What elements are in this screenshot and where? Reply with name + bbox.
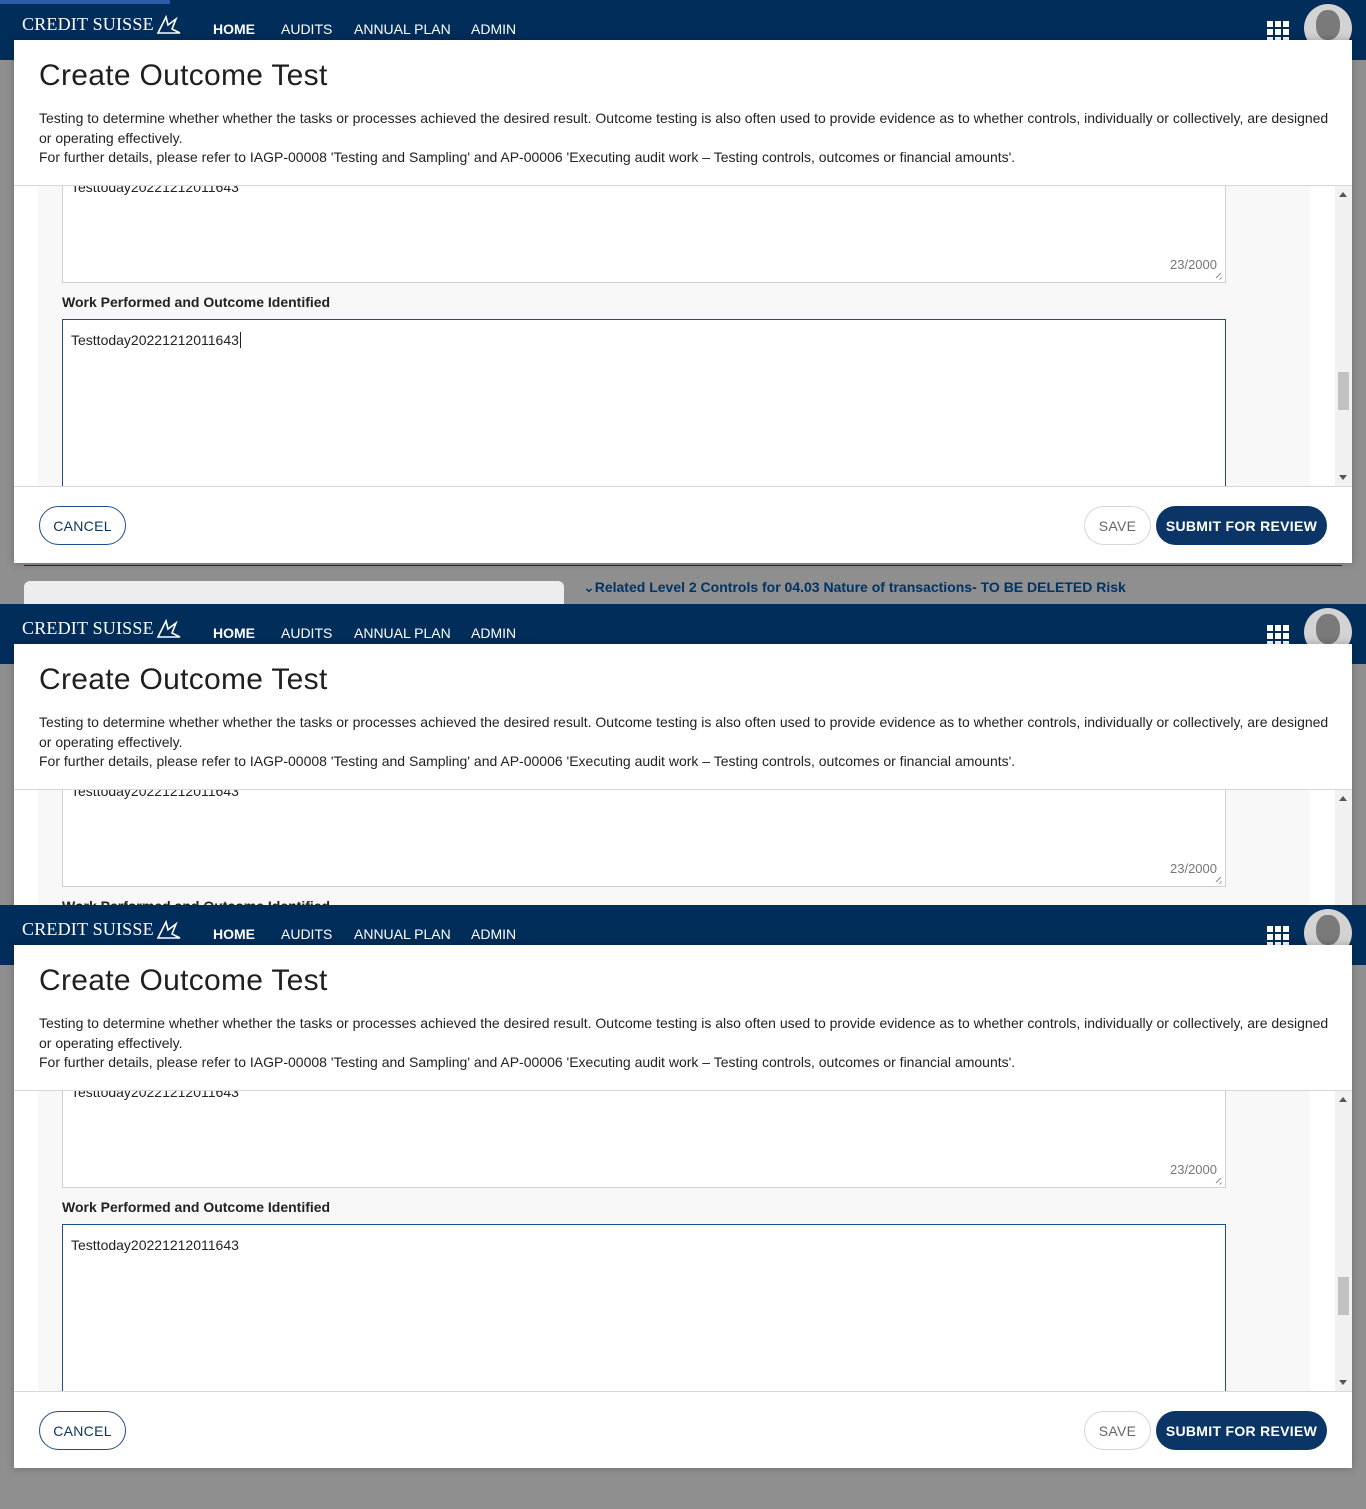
previous-textarea[interactable]: Testtoday20221212011643 23/2000 (62, 1091, 1226, 1188)
nav-annual-plan[interactable]: ANNUAL PLAN (354, 926, 451, 942)
sail-logo-icon (156, 919, 181, 939)
nav-home[interactable]: HOME (213, 625, 255, 641)
related-controls-heading[interactable]: ⌄Related Level 2 Controls for 04.03 Natu… (583, 579, 1126, 596)
work-performed-label: Work Performed and Outcome Identified (62, 898, 330, 905)
form-panel: Testtoday20221212011643 23/2000 Work Per… (38, 1091, 1310, 1391)
submit-for-review-button[interactable]: SUBMIT FOR REVIEW (1156, 506, 1327, 545)
underlay-card (24, 581, 564, 604)
scroll-thumb[interactable] (1338, 1277, 1349, 1315)
form-panel: Testtoday20221212011643 23/2000 Work Per… (38, 186, 1310, 486)
nav-audits[interactable]: AUDITS (281, 926, 332, 942)
modal-title: Create Outcome Test (39, 964, 328, 997)
scroll-thumb[interactable] (1338, 372, 1349, 410)
nav-home[interactable]: HOME (213, 926, 255, 942)
save-button[interactable]: SAVE (1084, 506, 1151, 545)
modal-description: Testing to determine whether whether the… (39, 109, 1329, 168)
scroll-up-icon[interactable] (1339, 796, 1347, 801)
description-reference: For further details, please refer to IAG… (39, 1054, 1016, 1070)
credit-suisse-logo[interactable]: CREDIT SUISSE (22, 919, 182, 940)
modal-header: Create Outcome Test Testing to determine… (14, 945, 1352, 1091)
nav-audits[interactable]: AUDITS (281, 625, 332, 641)
scroll-down-icon[interactable] (1339, 1380, 1347, 1385)
nav-admin[interactable]: ADMIN (471, 926, 516, 942)
character-counter: 23/2000 (1170, 257, 1217, 272)
modal-body[interactable]: Testtoday20221212011643 23/2000 Work Per… (14, 790, 1352, 905)
modal-header: Create Outcome Test Testing to determine… (14, 40, 1352, 186)
sail-logo-icon (156, 618, 181, 638)
description-text: Testing to determine whether whether the… (39, 110, 1329, 146)
screenshot-frame-2: CREDIT SUISSE HOME AUDITS ANNUAL PLAN AD… (0, 604, 1366, 905)
modal-scrollbar[interactable] (1335, 1091, 1352, 1391)
screenshot-frame-3: CREDIT SUISSE HOME AUDITS ANNUAL PLAN AD… (0, 905, 1366, 1509)
brand-name: CREDIT SUISSE (22, 14, 154, 34)
description-text: Testing to determine whether whether the… (39, 1015, 1329, 1051)
modal-title: Create Outcome Test (39, 59, 328, 92)
resize-handle-icon[interactable] (1214, 875, 1223, 884)
cancel-button[interactable]: CANCEL (39, 1411, 126, 1450)
modal-scrollbar[interactable] (1335, 186, 1352, 486)
previous-textarea[interactable]: Testtoday20221212011643 23/2000 (62, 186, 1226, 283)
work-performed-textarea[interactable]: Testtoday20221212011643 (62, 319, 1226, 486)
description-reference: For further details, please refer to IAG… (39, 753, 1016, 769)
modal-body[interactable]: Testtoday20221212011643 23/2000 Work Per… (14, 186, 1352, 486)
submit-for-review-button[interactable]: SUBMIT FOR REVIEW (1156, 1411, 1327, 1450)
modal-body[interactable]: Testtoday20221212011643 23/2000 Work Per… (14, 1091, 1352, 1391)
nav-admin[interactable]: ADMIN (471, 21, 516, 37)
modal-scrollbar[interactable] (1335, 790, 1352, 905)
credit-suisse-logo[interactable]: CREDIT SUISSE (22, 14, 182, 35)
nav-home[interactable]: HOME (213, 21, 255, 37)
underlay-divider (24, 565, 1342, 566)
credit-suisse-logo[interactable]: CREDIT SUISSE (22, 618, 182, 639)
modal-footer: CANCEL SAVE SUBMIT FOR REVIEW (14, 486, 1352, 563)
cancel-button[interactable]: CANCEL (39, 506, 126, 545)
create-outcome-test-modal: Create Outcome Test Testing to determine… (14, 945, 1352, 1468)
previous-textarea[interactable]: Testtoday20221212011643 23/2000 (62, 790, 1226, 887)
scroll-up-icon[interactable] (1339, 192, 1347, 197)
character-counter: 23/2000 (1170, 861, 1217, 876)
screenshot-frame-1: CREDIT SUISSE HOME AUDITS ANNUAL PLAN AD… (0, 0, 1366, 604)
description-reference: For further details, please refer to IAG… (39, 149, 1016, 165)
modal-title: Create Outcome Test (39, 663, 328, 696)
modal-description: Testing to determine whether whether the… (39, 1014, 1329, 1073)
brand-name: CREDIT SUISSE (22, 919, 154, 939)
work-performed-textarea[interactable]: Testtoday20221212011643 (62, 1224, 1226, 1391)
scroll-down-icon[interactable] (1339, 475, 1347, 480)
nav-annual-plan[interactable]: ANNUAL PLAN (354, 625, 451, 641)
create-outcome-test-modal: Create Outcome Test Testing to determine… (14, 40, 1352, 563)
save-button[interactable]: SAVE (1084, 1411, 1151, 1450)
resize-handle-icon[interactable] (1214, 1176, 1223, 1185)
character-counter: 23/2000 (1170, 1162, 1217, 1177)
description-text: Testing to determine whether whether the… (39, 714, 1329, 750)
modal-footer: CANCEL SAVE SUBMIT FOR REVIEW (14, 1391, 1352, 1468)
loading-bar (0, 0, 170, 4)
nav-audits[interactable]: AUDITS (281, 21, 332, 37)
brand-name: CREDIT SUISSE (22, 618, 154, 638)
form-panel: Testtoday20221212011643 23/2000 Work Per… (38, 790, 1310, 905)
work-performed-label: Work Performed and Outcome Identified (62, 294, 331, 310)
sail-logo-icon (156, 14, 181, 34)
modal-description: Testing to determine whether whether the… (39, 713, 1329, 772)
nav-annual-plan[interactable]: ANNUAL PLAN (354, 21, 451, 37)
text-cursor (239, 332, 241, 348)
nav-admin[interactable]: ADMIN (471, 625, 516, 641)
work-performed-label: Work Performed and Outcome Identified (62, 1199, 331, 1215)
scroll-up-icon[interactable] (1339, 1097, 1347, 1102)
create-outcome-test-modal: Create Outcome Test Testing to determine… (14, 644, 1352, 905)
modal-header: Create Outcome Test Testing to determine… (14, 644, 1352, 790)
resize-handle-icon[interactable] (1214, 271, 1223, 280)
